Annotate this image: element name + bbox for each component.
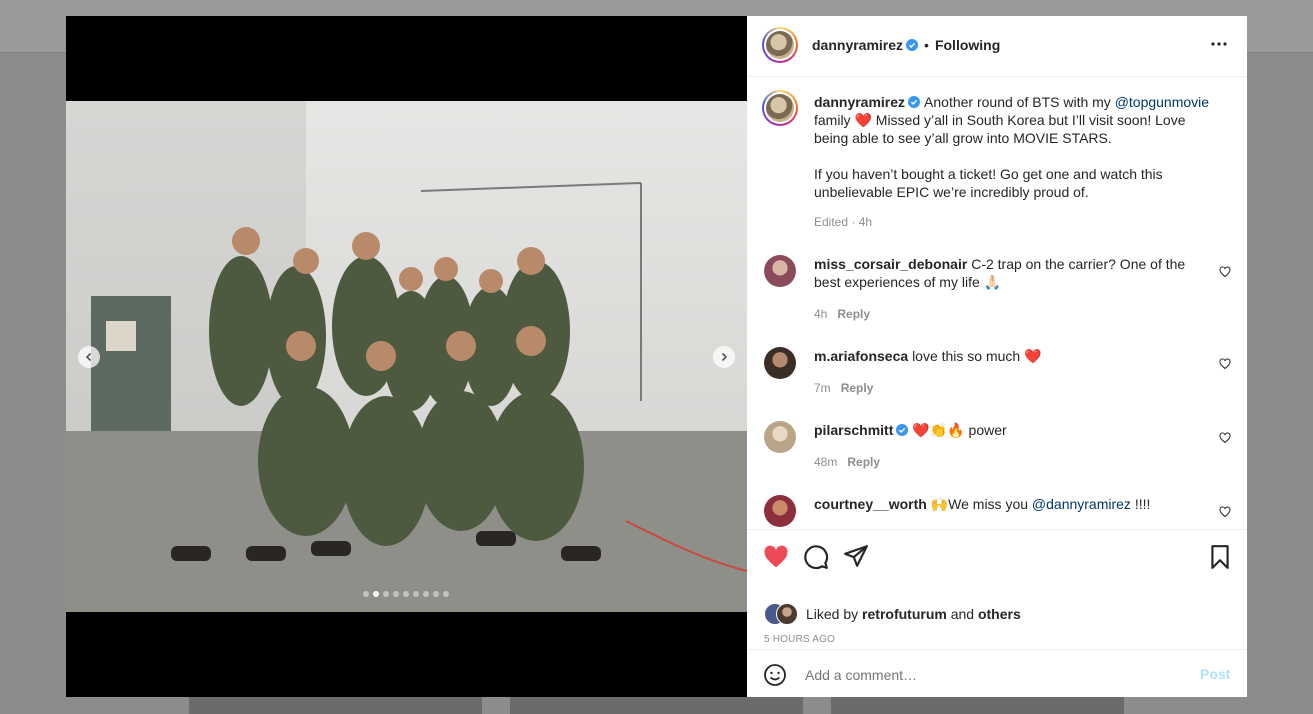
comment-item: courtney__worth 🙌We miss you @dannyramir… <box>814 495 1209 513</box>
comment-avatar[interactable] <box>764 495 796 527</box>
heart-icon[interactable] <box>1219 506 1231 518</box>
comment-avatar[interactable] <box>764 255 796 287</box>
post-comment-button[interactable]: Post <box>1200 666 1230 682</box>
post-media <box>66 16 747 697</box>
caption: dannyramirez Another round of BTS with my… <box>814 93 1214 231</box>
background-grid-item <box>831 697 1124 714</box>
comment-item: miss_corsair_debonair C-2 trap on the ca… <box>814 255 1209 323</box>
follow-status[interactable]: Following <box>935 37 1000 53</box>
heart-icon[interactable] <box>1219 432 1231 444</box>
caption-paragraph: If you haven’t bought a ticket! Go get o… <box>814 166 1163 200</box>
mention-link[interactable]: @topgunmovie <box>1115 94 1209 110</box>
reply-button[interactable]: Reply <box>841 381 874 395</box>
comment-avatar[interactable] <box>764 347 796 379</box>
raising-hands-emoji: 🙌 <box>930 496 949 512</box>
emoji-group: ❤️👏🔥 <box>912 422 965 438</box>
comment-text: power <box>964 422 1007 438</box>
add-comment-bar: Post <box>747 649 1247 699</box>
red-heart-emoji: ❤️ <box>854 112 872 128</box>
comment-item: pilarschmitt ❤️👏🔥 power 48m Reply <box>814 421 1209 471</box>
header-username[interactable]: dannyramirez <box>812 37 903 53</box>
liked-by-avatars <box>764 603 800 625</box>
verified-icon <box>908 96 921 108</box>
post-side-panel: dannyramirez • Following dannyramirez Ano… <box>747 16 1247 697</box>
carousel-dot <box>373 591 379 597</box>
share-icon[interactable] <box>843 543 869 569</box>
carousel-dot <box>433 591 439 597</box>
carousel-dot <box>423 591 429 597</box>
heart-icon[interactable] <box>763 544 789 570</box>
comment-time: 7m <box>814 381 831 395</box>
carousel-dot <box>413 591 419 597</box>
verified-icon <box>896 424 909 436</box>
comment-text: love this so much <box>912 348 1021 364</box>
post-photo[interactable] <box>66 101 747 612</box>
verified-icon <box>906 39 919 51</box>
comment-input[interactable] <box>803 664 1167 686</box>
background-grid-item <box>510 697 803 714</box>
caption-text: Another round of BTS with my <box>924 94 1115 110</box>
mention-link[interactable]: @dannyramirez <box>1032 496 1131 512</box>
reply-button[interactable]: Reply <box>837 307 870 321</box>
red-heart-emoji: ❤️ <box>1024 348 1042 364</box>
comment-icon[interactable] <box>803 544 829 570</box>
emoji-icon[interactable] <box>763 663 787 687</box>
post-actions: Liked by retrofuturum and others 5 HOURS… <box>747 529 1247 698</box>
carousel-dot <box>393 591 399 597</box>
liked-by-user[interactable]: retrofuturum <box>862 606 947 622</box>
chevron-left-icon <box>85 352 92 362</box>
post-timestamp: 5 HOURS AGO <box>764 634 836 645</box>
caption-avatar[interactable] <box>762 90 798 126</box>
carousel-next-button[interactable] <box>713 346 735 368</box>
post-modal: dannyramirez • Following dannyramirez Ano… <box>66 16 1247 697</box>
caption-text: family <box>814 112 855 128</box>
carousel-dot <box>403 591 409 597</box>
caption-meta: Edited · 4h <box>814 215 873 229</box>
comment-username[interactable]: m.ariafonseca <box>814 348 908 364</box>
comment-time: 48m <box>814 455 838 469</box>
carousel-indicator <box>363 591 449 597</box>
comment-username[interactable]: courtney__worth <box>814 496 927 512</box>
caption-username[interactable]: dannyramirez <box>814 94 905 110</box>
more-icon[interactable] <box>1210 41 1228 47</box>
carousel-dot <box>363 591 369 597</box>
bookmark-icon[interactable] <box>1207 544 1233 570</box>
liked-by: Liked by retrofuturum and others <box>806 606 1021 622</box>
chevron-right-icon <box>721 352 728 362</box>
separator-dot: • <box>924 37 929 53</box>
comment-item: m.ariafonseca love this so much ❤️ 7m Re… <box>814 347 1209 397</box>
heart-icon[interactable] <box>1219 358 1231 370</box>
comment-avatar[interactable] <box>764 421 796 453</box>
comments-list[interactable]: dannyramirez Another round of BTS with my… <box>747 77 1247 529</box>
post-header: dannyramirez • Following <box>747 16 1247 77</box>
avatar[interactable] <box>762 27 798 63</box>
comment-text: !!!! <box>1130 496 1151 512</box>
liked-by-others[interactable]: others <box>978 606 1021 622</box>
comment-text: We miss you <box>948 496 1032 512</box>
carousel-dot <box>383 591 389 597</box>
carousel-dot <box>443 591 449 597</box>
comment-time: 4h <box>814 307 828 321</box>
heart-icon[interactable] <box>1219 266 1231 278</box>
comment-username[interactable]: pilarschmitt <box>814 422 893 438</box>
carousel-prev-button[interactable] <box>78 346 100 368</box>
reply-button[interactable]: Reply <box>847 455 880 469</box>
background-grid-item <box>189 697 482 714</box>
comment-username[interactable]: miss_corsair_debonair <box>814 256 967 272</box>
